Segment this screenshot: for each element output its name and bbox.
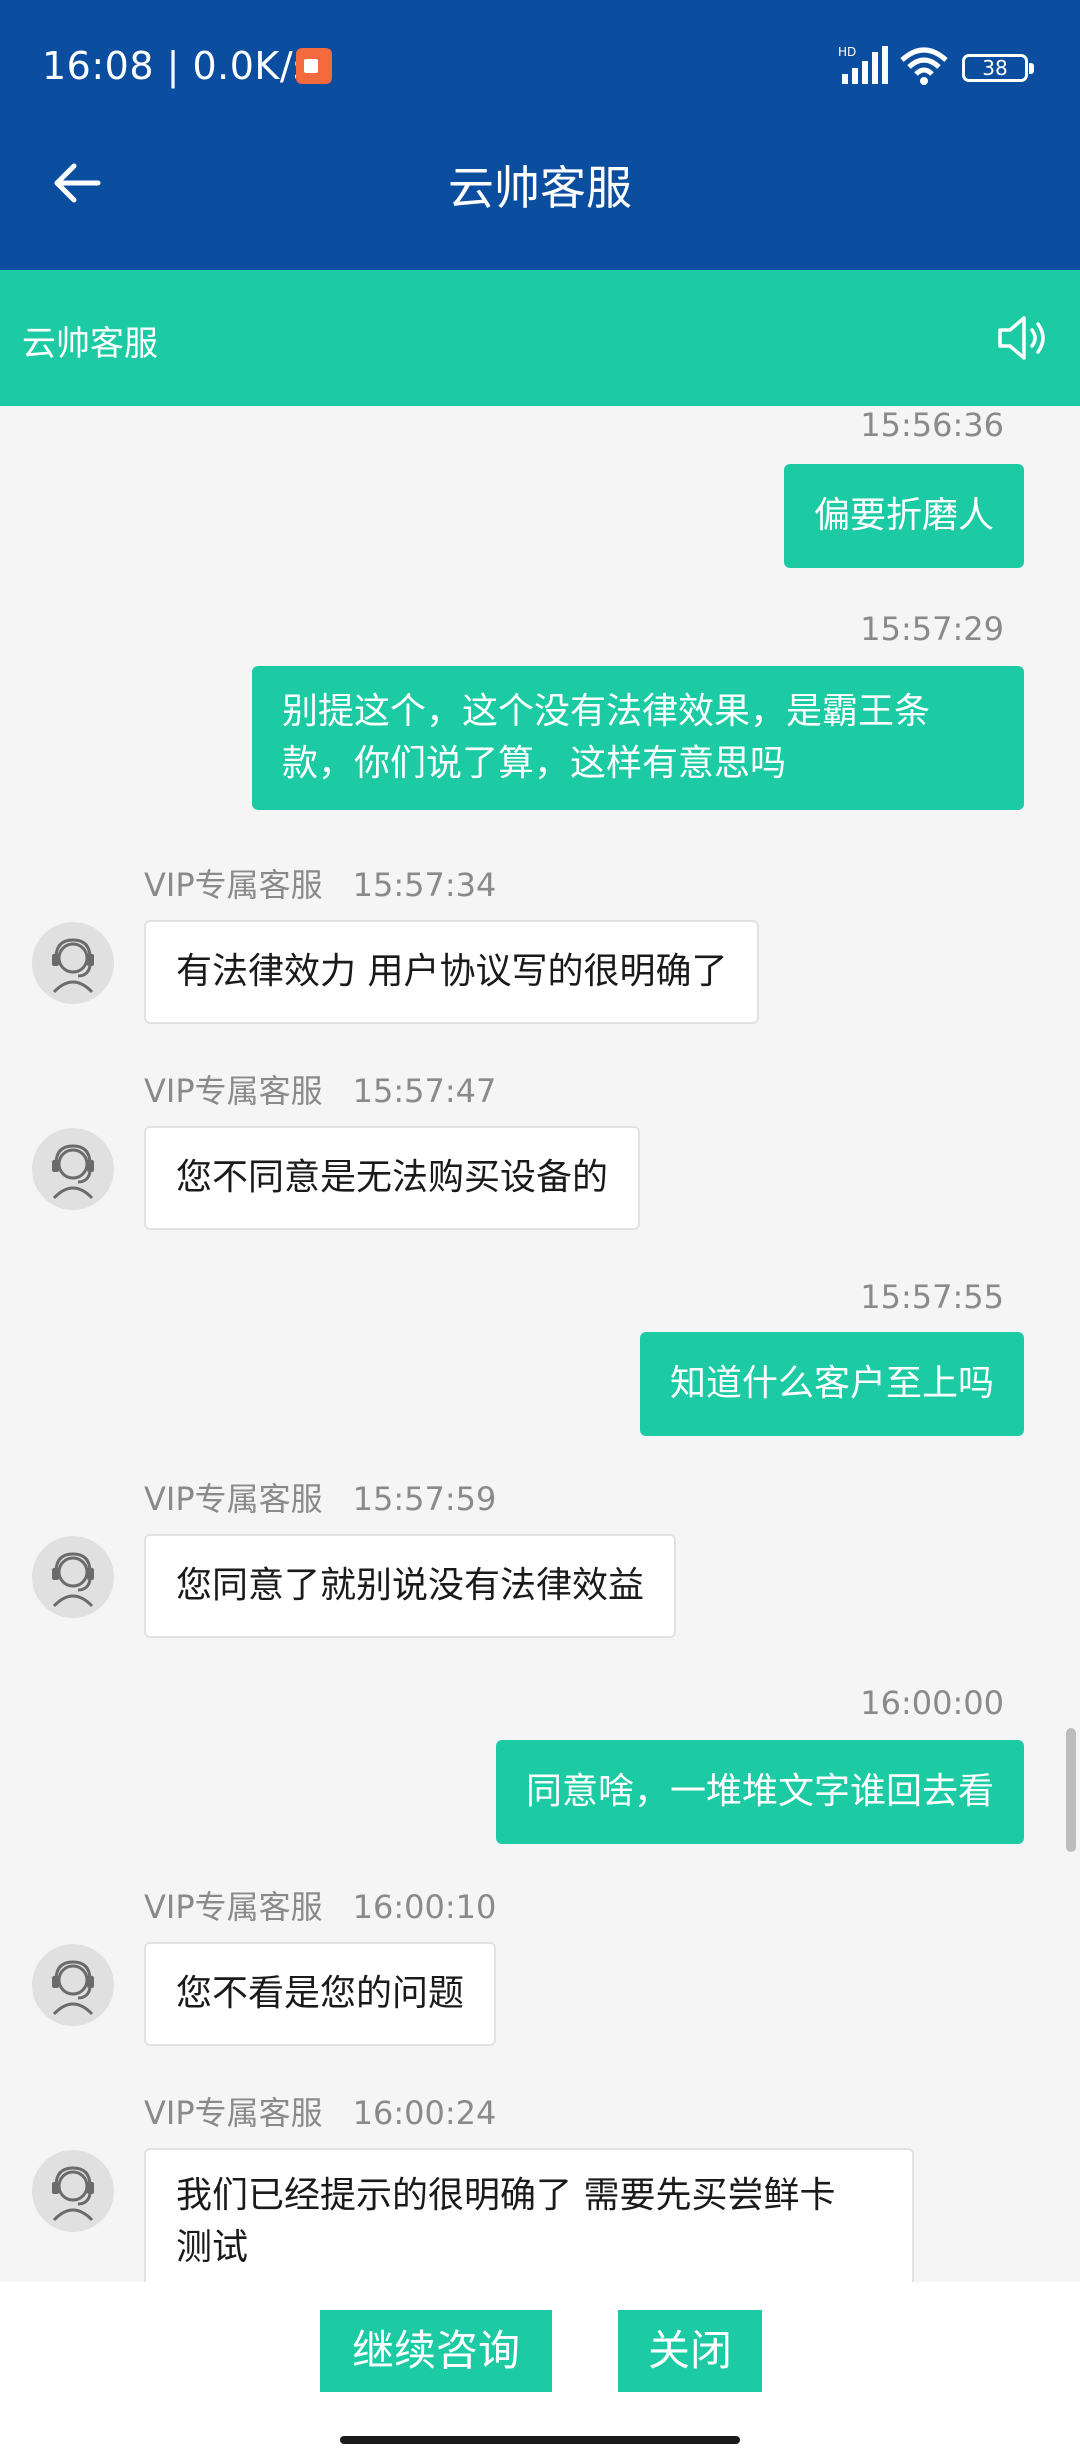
agent-name: VIP专属客服 — [144, 2094, 323, 2132]
agent-meta: VIP专属客服 15:57:34 — [144, 860, 496, 906]
speaker-icon[interactable] — [994, 310, 1050, 366]
agent-headset-icon — [52, 2166, 94, 2222]
battery-icon: 38 — [962, 54, 1034, 82]
message-time: 16:00:00 — [860, 1684, 1004, 1722]
message-line: 款，你们说了算，这样有意思吗 — [282, 743, 787, 784]
page-title: 云帅客服 — [448, 161, 632, 215]
agent-headset-icon — [52, 938, 94, 994]
message-line: 别提这个，这个没有法律效果，是霸王条 — [282, 691, 931, 732]
received-message[interactable]: 有法律效力 用户协议写的很明确了 — [144, 920, 760, 1024]
agent-name: VIP专属客服 — [144, 1072, 323, 1110]
agent-headset-icon — [52, 1960, 94, 2016]
chat-header-title: 云帅客服 — [22, 324, 158, 364]
sent-message[interactable]: 偏要折磨人 — [783, 464, 1024, 568]
sent-message[interactable]: 别提这个，这个没有法律效果，是霸王条 款，你们说了算，这样有意思吗 — [252, 666, 1024, 810]
chat-header: 云帅客服 — [0, 270, 1080, 406]
agent-meta: VIP专属客服 15:57:59 — [144, 1474, 496, 1520]
agent-avatar — [32, 1944, 114, 2026]
continue-consult-button[interactable]: 继续咨询 — [320, 2310, 552, 2392]
wifi-icon — [900, 47, 948, 85]
sent-message[interactable]: 同意啥，一堆堆文字谁回去看 — [495, 1740, 1024, 1844]
received-message[interactable]: 您不同意是无法购买设备的 — [144, 1126, 641, 1230]
home-indicator[interactable] — [340, 2436, 740, 2444]
message-time: 15:56:36 — [860, 406, 1004, 444]
battery-level: 38 — [982, 56, 1008, 80]
svg-text:HD: HD — [838, 45, 856, 59]
agent-headset-icon — [52, 1552, 94, 1608]
received-message[interactable]: 您同意了就别说没有法律效益 — [144, 1534, 677, 1638]
agent-meta: VIP专属客服 16:00:10 — [144, 1882, 496, 1928]
message-time: 16:00:10 — [352, 1888, 497, 1926]
message-time: 15:57:47 — [352, 1072, 497, 1110]
agent-meta: VIP专属客服 15:57:47 — [144, 1066, 496, 1112]
agent-avatar — [32, 1536, 114, 1618]
agent-name: VIP专属客服 — [144, 1480, 323, 1518]
agent-avatar — [32, 2150, 114, 2232]
bottom-action-bar: 继续咨询 关闭 — [0, 2282, 1080, 2460]
agent-meta: VIP专属客服 16:00:24 — [144, 2088, 496, 2134]
signal-icon: HD — [838, 45, 888, 84]
message-line: 我们已经提示的很明确了 需要先买尝鲜卡 — [176, 2175, 836, 2216]
message-time: 16:00:24 — [352, 2094, 497, 2132]
agent-headset-icon — [52, 1144, 94, 1200]
status-time: 16:08 | 0.0K/s — [42, 44, 314, 88]
sent-message[interactable]: 知道什么客户至上吗 — [639, 1332, 1024, 1436]
message-time: 15:57:34 — [352, 866, 497, 904]
chat-messages[interactable]: 15:56:36 偏要折磨人 15:57:29 别提这个，这个没有法律效果，是霸… — [0, 406, 1080, 2282]
agent-avatar — [32, 1128, 114, 1210]
scrollbar-thumb[interactable] — [1066, 1728, 1076, 1852]
agent-avatar — [32, 922, 114, 1004]
app-bar: 云帅客服 — [0, 100, 1080, 270]
message-time: 15:57:55 — [860, 1278, 1004, 1316]
close-button[interactable]: 关闭 — [618, 2310, 762, 2392]
received-message[interactable]: 我们已经提示的很明确了 需要先买尝鲜卡 测试 — [144, 2148, 914, 2282]
message-time: 15:57:29 — [860, 610, 1004, 648]
message-time: 15:57:59 — [352, 1480, 497, 1518]
agent-name: VIP专属客服 — [144, 866, 323, 904]
screen-record-icon — [296, 48, 332, 84]
status-bar: 16:08 | 0.0K/s HD 38 — [0, 0, 1080, 100]
message-line: 测试 — [176, 2227, 249, 2268]
received-message[interactable]: 您不看是您的问题 — [144, 1942, 497, 2046]
agent-name: VIP专属客服 — [144, 1888, 323, 1926]
